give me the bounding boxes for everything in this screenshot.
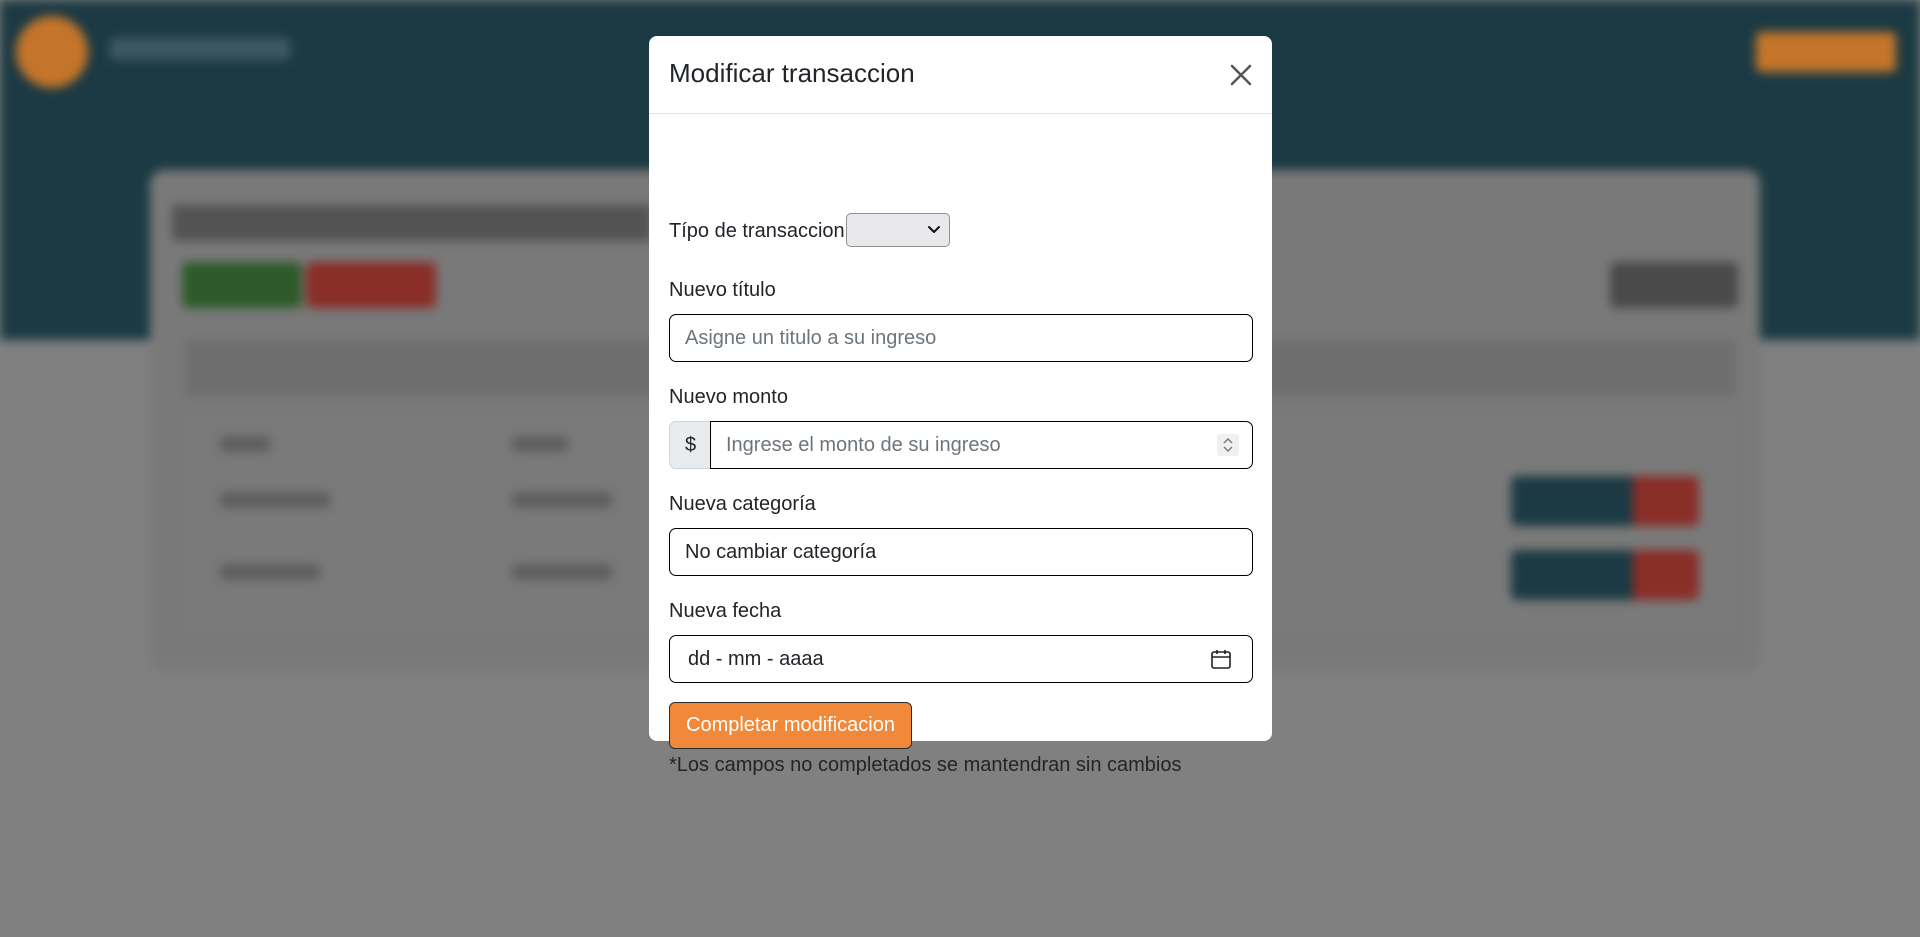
category-value: No cambiar categoría: [685, 540, 877, 563]
add-expense-button: [306, 262, 436, 308]
transaction-type-label: Típo de transaccion: [669, 220, 845, 242]
date-placeholder: dd - mm - aaaa: [688, 647, 824, 670]
close-icon: [1230, 64, 1252, 86]
edit-button: [1511, 476, 1633, 526]
date-input[interactable]: dd - mm - aaaa: [669, 635, 1253, 683]
transaction-type-select[interactable]: [846, 213, 950, 247]
table-cell: [220, 492, 330, 508]
title-label: Nuevo título: [669, 279, 776, 301]
table-header-cell: [220, 436, 270, 452]
date-label: Nueva fecha: [669, 600, 782, 622]
delete-button: [1633, 476, 1699, 526]
category-select[interactable]: No cambiar categoría: [669, 528, 1253, 576]
greeting-heading: [172, 205, 652, 241]
modal-title: Modificar transaccion: [669, 58, 915, 88]
secondary-button: [1610, 262, 1738, 308]
chevron-down-icon: [928, 226, 940, 233]
modify-transaction-modal: Modificar transaccion Típo de transaccio…: [649, 36, 1272, 776]
calendar-icon[interactable]: [1210, 648, 1232, 670]
category-label: Nueva categoría: [669, 493, 816, 515]
table-cell: [512, 564, 612, 580]
header-button: [1756, 32, 1896, 72]
table-header-cell: [512, 436, 568, 452]
amount-input[interactable]: [710, 421, 1253, 469]
edit-button: [1511, 550, 1633, 600]
title-input[interactable]: [669, 314, 1253, 362]
add-income-button: [182, 262, 302, 308]
close-button[interactable]: [1226, 60, 1256, 90]
unchanged-fields-note: *Los campos no completados se mantendran…: [669, 754, 1182, 776]
delete-button: [1633, 550, 1699, 600]
table-cell: [512, 492, 612, 508]
modal-header: Modificar transaccion: [649, 36, 1272, 114]
currency-prefix: $: [669, 421, 711, 469]
table-cell: [220, 564, 320, 580]
complete-modification-button[interactable]: Completar modificacion: [669, 702, 912, 749]
app-logo: [16, 16, 88, 88]
app-brand: [110, 38, 290, 60]
amount-label: Nuevo monto: [669, 386, 788, 408]
amount-input-group: $: [669, 421, 1253, 469]
spinner-icon[interactable]: [1217, 434, 1239, 456]
